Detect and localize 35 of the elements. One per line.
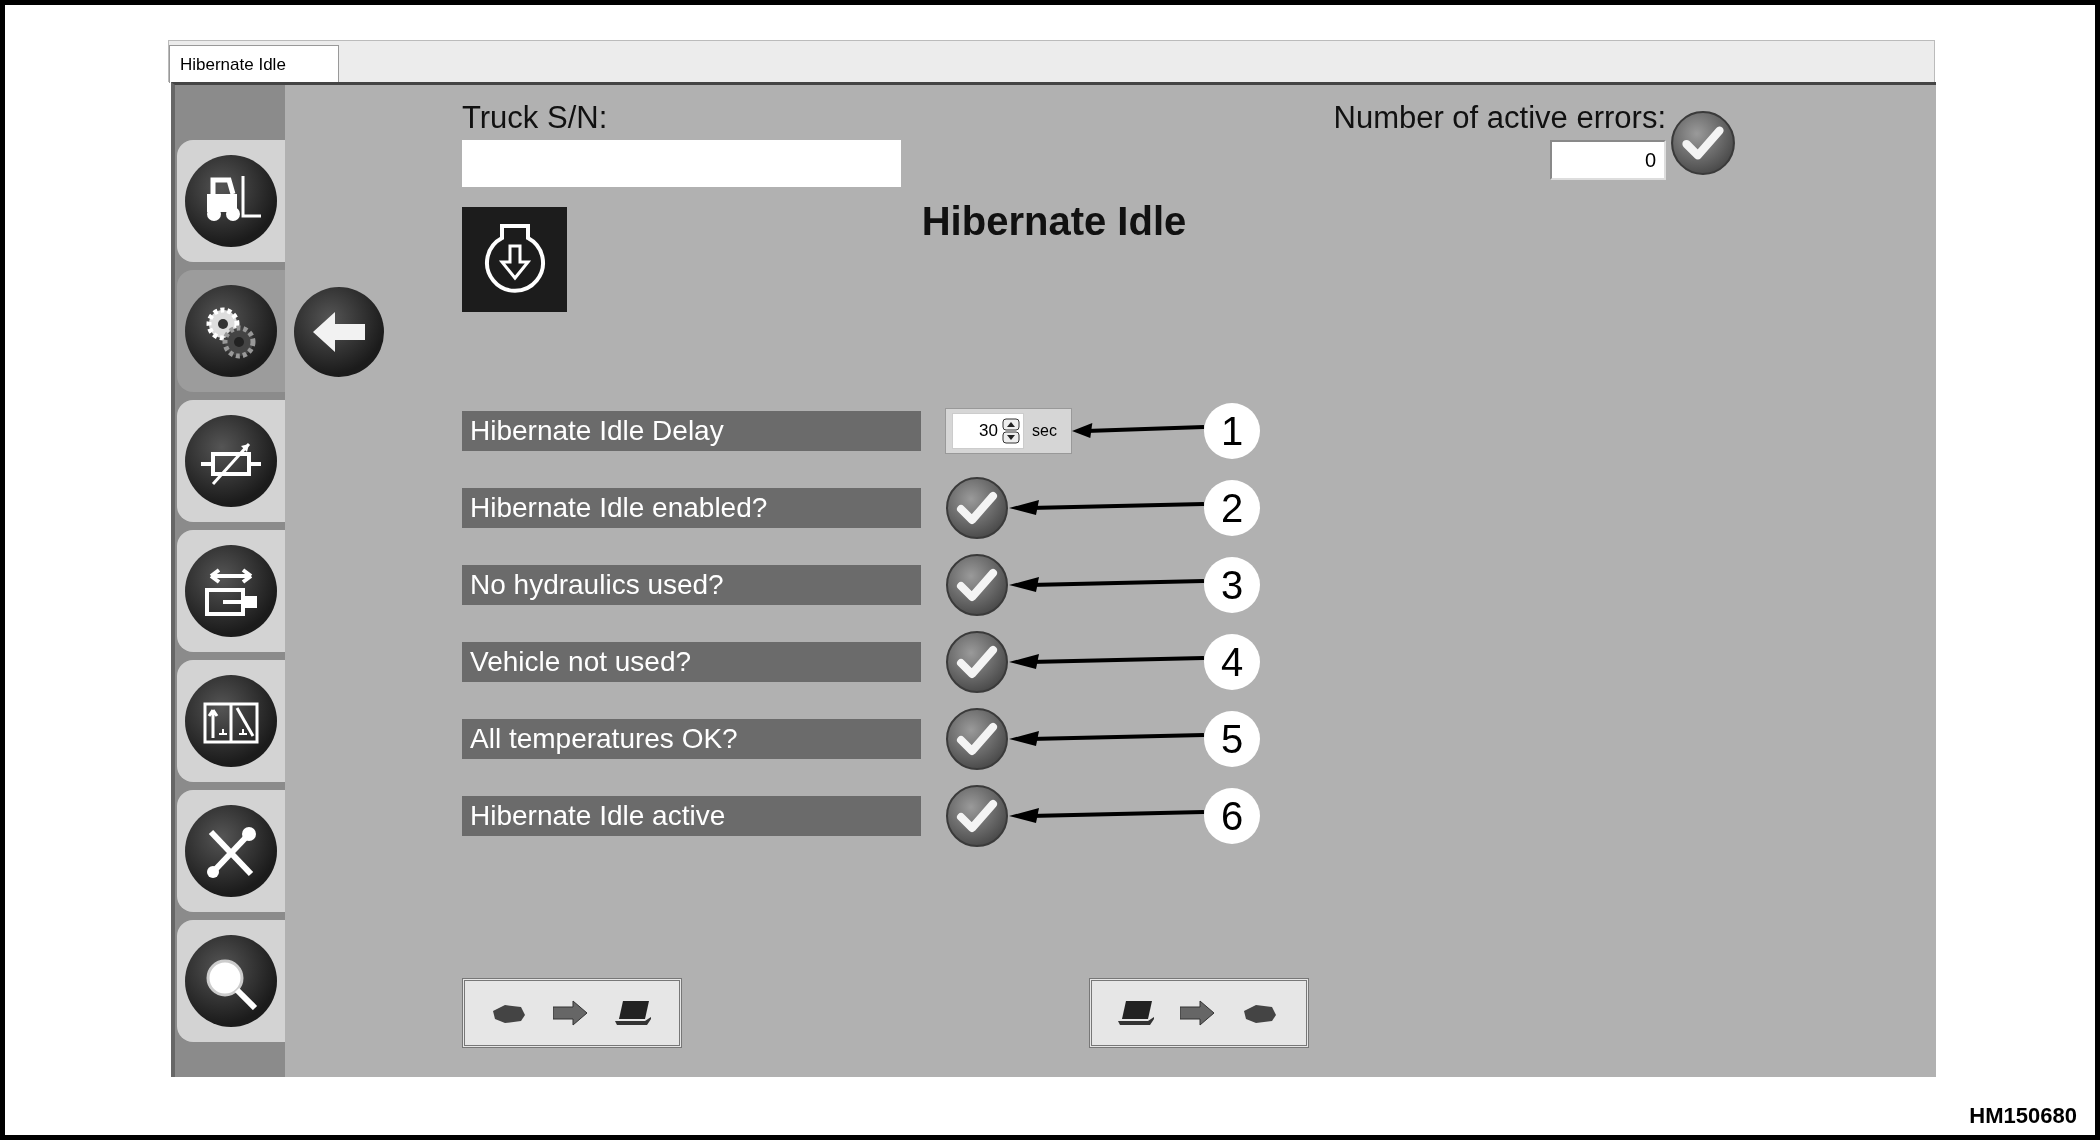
callout-number: 6 (1204, 788, 1260, 844)
callout-number: 1 (1204, 403, 1260, 459)
setting-label: No hydraulics used? (462, 565, 921, 605)
left-arrow-icon (311, 310, 367, 354)
setting-label: Hibernate Idle Delay (462, 411, 921, 451)
figure-code: HM150680 (1969, 1103, 2077, 1129)
delay-spinner[interactable]: 30 sec (945, 408, 1072, 454)
setting-label: Hibernate Idle active (462, 796, 921, 836)
sidebar-tab[interactable] (177, 790, 285, 912)
sidebar-tab[interactable] (177, 920, 285, 1042)
sidebar-tab[interactable] (177, 400, 285, 522)
callout-number: 5 (1204, 711, 1260, 767)
transfer-button[interactable] (462, 978, 682, 1048)
sidebar-tab[interactable] (177, 270, 285, 392)
callout-number: 2 (1204, 480, 1260, 536)
setting-label: All temperatures OK? (462, 719, 921, 759)
sidebar-tab[interactable] (177, 140, 285, 262)
callout-number: 3 (1204, 557, 1260, 613)
error-count-field[interactable]: 0 (1550, 140, 1666, 180)
field-label: Truck S/N: (462, 100, 609, 136)
transfer-button[interactable] (1089, 978, 1309, 1048)
serial-number-field[interactable] (462, 140, 901, 187)
callout-number: 4 (1204, 634, 1260, 690)
unit-label: sec (1032, 422, 1057, 440)
window-tab[interactable]: Hibernate Idle (169, 45, 339, 83)
spinner-value: 30 (979, 421, 998, 441)
sidebar-tab[interactable] (177, 530, 285, 652)
up-down-icon[interactable] (1002, 418, 1020, 444)
setting-label: Vehicle not used? (462, 642, 921, 682)
laptop-icon (1118, 999, 1156, 1027)
setting-label: Hibernate Idle enabled? (462, 488, 921, 528)
laptop-icon (615, 999, 653, 1027)
field-label: Number of active errors: (1333, 100, 1666, 136)
page-title: Hibernate Idle (921, 199, 1187, 245)
sidebar-tab[interactable] (177, 660, 285, 782)
